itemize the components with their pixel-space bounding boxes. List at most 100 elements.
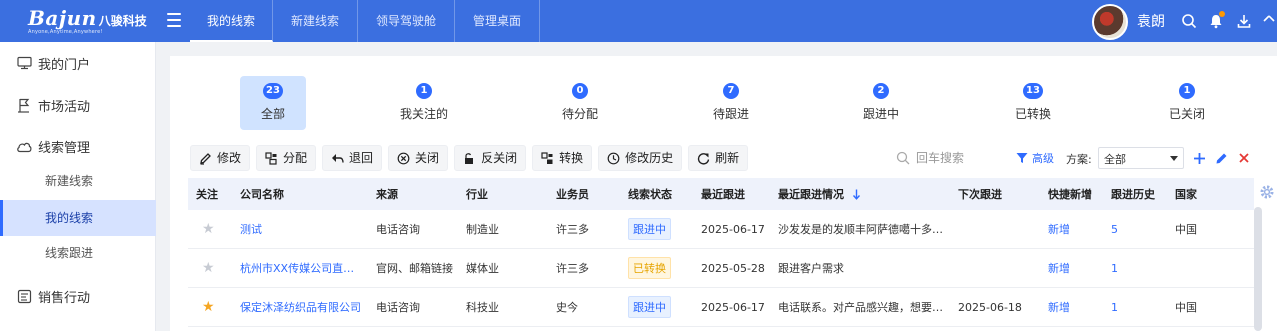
quick-add-link[interactable]: 新增 — [1040, 221, 1103, 237]
button-label: 分配 — [283, 151, 308, 165]
sidebar-item-my-leads[interactable]: 我的线索 — [0, 200, 156, 236]
status-badge: 跟进中 — [628, 296, 671, 318]
star-icon[interactable]: ★ — [202, 260, 215, 276]
advanced-filter-button[interactable]: 高级 — [1016, 150, 1054, 166]
star-icon[interactable]: ★ — [202, 221, 215, 237]
col-header[interactable]: 业务员 — [548, 186, 620, 202]
sales-cell: 史今 — [556, 301, 578, 314]
username[interactable]: 袁朗 — [1137, 11, 1165, 31]
col-header[interactable]: 关注 — [188, 186, 232, 202]
gear-icon[interactable] — [1259, 184, 1275, 200]
close-button[interactable]: 关闭 — [388, 145, 449, 171]
col-header[interactable]: 快捷新增 — [1040, 186, 1103, 202]
sidebar-item-portal[interactable]: 我的门户 — [0, 45, 156, 81]
tab-converted[interactable]: 13 已转换 — [1000, 76, 1066, 130]
tab-all[interactable]: 23 全部 — [240, 76, 306, 130]
search-input[interactable] — [916, 151, 1010, 165]
tab-label: 已转换 — [1014, 107, 1051, 121]
table-row[interactable]: ★ 杭州市XX传媒公司直… 官网、邮箱链接 媒体业 许三多 已转换 2025-0… — [188, 249, 1254, 288]
table-row[interactable]: ★ 测试 电话咨询 制造业 许三多 跟进中 2025-06-17 沙发发是的发顺… — [188, 210, 1254, 249]
button-label: 修改历史 — [625, 151, 674, 165]
download-icon[interactable] — [1235, 12, 1253, 30]
unlock-icon — [462, 151, 476, 165]
quick-add-link[interactable]: 新增 — [1040, 260, 1103, 276]
edit-button[interactable]: 修改 — [190, 145, 251, 171]
scheme-value: 全部 — [1104, 153, 1126, 166]
industry-cell: 制造业 — [466, 223, 499, 236]
star-icon[interactable]: ★ — [202, 299, 215, 315]
col-header[interactable]: 公司名称 — [232, 186, 368, 202]
avatar[interactable] — [1092, 4, 1128, 40]
industry-cell: 科技业 — [466, 301, 499, 314]
tab-new-lead[interactable]: 新建线索 — [273, 0, 359, 42]
tab-label: 待分配 — [561, 107, 598, 121]
sidebar-item-sales-action[interactable]: 销售行动 — [0, 278, 156, 314]
tab-admin-desktop[interactable]: 管理桌面 — [455, 0, 541, 42]
sidebar-item-new-lead[interactable]: 新建线索 — [0, 163, 156, 199]
scheme-select[interactable]: 全部 — [1098, 147, 1184, 169]
col-header-sorted[interactable]: 最近跟进情况 — [770, 186, 950, 202]
brand-logo[interactable]: Bajun 八骏科技 Anyone,Anytime,Anywhere! — [28, 8, 147, 36]
action-toolbar: 修改 分配 退回 关闭 反关闭 转换 修改历史 刷新 — [190, 145, 754, 171]
country-cell: 中国 — [1175, 301, 1197, 314]
count-badge: 23 — [263, 83, 283, 99]
tab-closed[interactable]: 1 已关闭 — [1154, 76, 1220, 130]
company-link[interactable]: 杭州市XX传媒公司直… — [232, 260, 368, 276]
monitor-icon — [16, 55, 32, 71]
col-header[interactable]: 来源 — [368, 186, 458, 202]
tab-unassigned[interactable]: 0 待分配 — [547, 76, 613, 130]
bell-icon[interactable] — [1207, 11, 1225, 30]
col-header[interactable]: 行业 — [458, 186, 548, 202]
history-link[interactable]: 5 — [1103, 223, 1167, 236]
tab-my-leads[interactable]: 我的线索 — [190, 0, 273, 42]
tab-leader-cockpit[interactable]: 领导驾驶舱 — [358, 0, 456, 42]
search-icon[interactable] — [1180, 12, 1198, 30]
vertical-scrollbar[interactable] — [1254, 207, 1262, 331]
brand-tagline: Anyone,Anytime,Anywhere! — [28, 29, 103, 35]
company-link[interactable]: 测试 — [232, 221, 368, 237]
top-navigation-bar: Bajun 八骏科技 Anyone,Anytime,Anywhere! 我的线索… — [0, 0, 1277, 42]
quick-add-link[interactable]: 新增 — [1040, 299, 1103, 315]
col-header[interactable]: 国家 — [1167, 186, 1227, 202]
add-scheme-icon[interactable] — [1192, 151, 1206, 165]
edit-scheme-icon[interactable] — [1214, 151, 1228, 165]
tab-followed[interactable]: 1 我关注的 — [391, 76, 457, 130]
edit-history-button[interactable]: 修改历史 — [598, 145, 683, 171]
sidebar-item-label: 我的门户 — [38, 57, 91, 73]
count-badge: 7 — [723, 83, 739, 99]
cloud-icon — [16, 138, 32, 154]
history-link[interactable]: 1 — [1103, 301, 1167, 314]
last-follow-cell: 2025-06-17 — [701, 300, 765, 314]
tab-label: 跟进中 — [862, 107, 899, 121]
reopen-button[interactable]: 反关闭 — [454, 145, 527, 171]
notification-dot — [1219, 11, 1225, 17]
col-header[interactable]: 跟进历史 — [1103, 186, 1167, 202]
count-badge: 0 — [572, 83, 588, 99]
filter-icon — [1016, 152, 1028, 164]
tab-in-progress[interactable]: 2 跟进中 — [848, 76, 914, 130]
exit-icon[interactable] — [1259, 12, 1277, 30]
sidebar-item-marketing[interactable]: 市场活动 — [0, 87, 156, 123]
edit-icon — [198, 151, 212, 165]
tab-pending-followup[interactable]: 7 待跟进 — [698, 76, 764, 130]
sidebar-item-lead-management[interactable]: 线索管理 — [0, 128, 156, 164]
convert-button[interactable]: 转换 — [532, 145, 593, 171]
count-badge: 1 — [416, 83, 432, 99]
button-label: 刷新 — [715, 151, 740, 165]
flag-icon — [16, 97, 32, 113]
assign-button[interactable]: 分配 — [256, 145, 317, 171]
col-header[interactable]: 线索状态 — [620, 186, 693, 202]
history-link[interactable]: 1 — [1103, 262, 1167, 275]
refresh-button[interactable]: 刷新 — [688, 145, 749, 171]
button-label: 退回 — [349, 151, 374, 165]
table-row[interactable]: ★ 保定沐泽纺织品有限公司 电话咨询 科技业 史今 跟进中 2025-06-17… — [188, 288, 1254, 327]
menu-toggle-icon[interactable] — [167, 13, 181, 27]
history-icon — [606, 151, 620, 165]
delete-scheme-icon[interactable] — [1237, 151, 1251, 165]
col-header[interactable]: 最近跟进 — [693, 186, 770, 202]
return-button[interactable]: 退回 — [322, 145, 383, 171]
company-link[interactable]: 保定沐泽纺织品有限公司 — [232, 299, 368, 315]
col-header[interactable]: 下次跟进 — [950, 186, 1040, 202]
sidebar-item-lead-followup[interactable]: 线索跟进 — [0, 235, 156, 271]
button-label: 转换 — [559, 151, 584, 165]
